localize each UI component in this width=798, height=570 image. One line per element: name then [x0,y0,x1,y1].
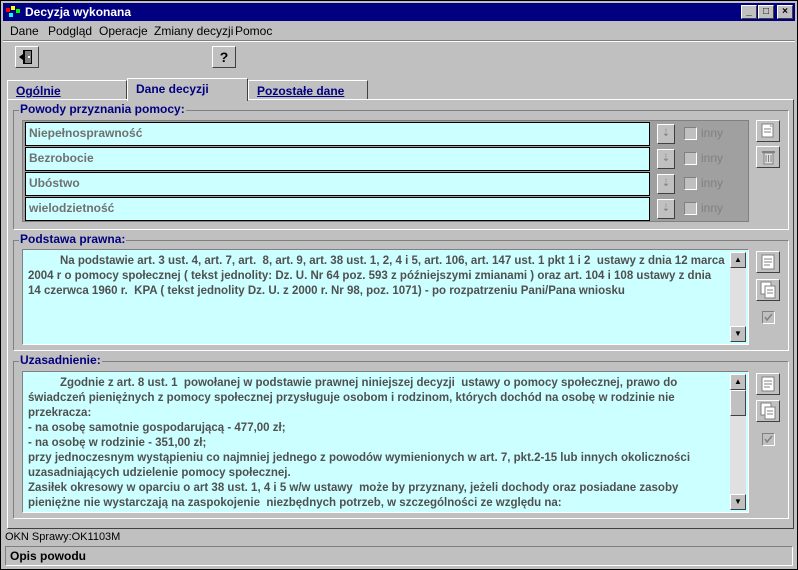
trash-icon [762,151,775,165]
reason-other-checkbox[interactable] [684,177,697,190]
menu-bar: Dane Podgląd Operacje Zmiany decyzji Pom… [3,22,795,40]
justification-template-button[interactable] [756,373,780,395]
maximize-button[interactable]: □ [758,5,774,19]
reason-other-label: inny [701,201,724,215]
tab-pozostale-dane[interactable]: Pozostałe dane [248,80,368,100]
legal-basis-textarea[interactable]: Na podstawie art. 3 ust. 4, art. 7, art.… [22,249,749,345]
status-bar: Opis powodu [5,546,793,566]
toolbar-separator [3,40,795,42]
scroll-up-button[interactable]: ▲ [730,252,746,268]
reason-other-label: inny [701,126,724,140]
arrow-down-icon: ⇣ [661,128,671,139]
add-document-icon [761,123,774,138]
reason-field[interactable]: wielodzietność [25,197,650,221]
arrow-down-icon: ⇣ [661,178,671,189]
justification-text: Zgodnie z art. 8 ust. 1 powołanej w pods… [28,377,691,509]
reason-dropdown-button[interactable]: ⇣ [657,199,675,219]
exit-button[interactable] [15,46,39,68]
close-button[interactable]: × [777,5,793,19]
status-message: Opis powodu [10,549,86,563]
window-title: Decyzja wykonana [25,5,132,19]
reason-field[interactable]: Bezrobocie [25,147,650,171]
help-icon: ? [219,49,229,65]
arrow-down-icon: ⇣ [661,153,671,164]
legal-basis-copy-button[interactable] [756,279,780,301]
document-copy-icon [760,281,776,299]
reasons-title: Powody przyznania pomocy: [19,102,186,116]
reasons-list: Niepełnosprawność ⇣ inny Bezrobocie ⇣ in… [22,120,749,222]
main-window: Decyzja wykonana _ □ × Dane Podgląd Oper… [0,0,798,570]
reason-dropdown-button[interactable]: ⇣ [657,124,675,144]
document-edit-icon [761,254,775,270]
document-edit-icon [761,376,775,392]
reason-other-checkbox[interactable] [684,127,697,140]
add-reason-button[interactable] [756,120,780,142]
reason-dropdown-button[interactable]: ⇣ [657,174,675,194]
reason-field[interactable]: Ubóstwo [25,172,650,196]
justification-title: Uzasadnienie: [19,353,102,367]
case-id-label: OKN Sprawy:OK1103M [5,531,121,543]
reason-other-label: inny [701,151,724,165]
menu-operacje[interactable]: Operacje [99,24,148,38]
title-bar[interactable]: Decyzja wykonana _ □ × [3,3,795,21]
checkmark-icon [764,313,773,322]
legal-basis-scrollbar[interactable]: ▲ ▼ [730,252,746,342]
menu-dane[interactable]: Dane [10,24,39,38]
document-copy-icon [760,402,776,420]
exit-door-icon [19,50,32,64]
legal-basis-checkbox[interactable] [762,311,775,324]
scroll-up-button[interactable]: ▲ [730,374,746,390]
justification-scrollbar[interactable]: ▲ ▼ [730,374,746,510]
scroll-down-button[interactable]: ▼ [730,494,746,510]
justification-copy-button[interactable] [756,400,780,422]
reason-field[interactable]: Niepełnosprawność [25,122,650,146]
arrow-down-icon: ⇣ [661,203,671,214]
help-button[interactable]: ? [212,46,236,68]
legal-basis-title: Podstawa prawna: [19,232,127,246]
menu-podglad[interactable]: Podgląd [48,24,92,38]
reason-other-checkbox[interactable] [684,202,697,215]
minimize-button[interactable]: _ [741,5,757,19]
scroll-thumb[interactable] [730,390,746,416]
menu-pomoc[interactable]: Pomoc [235,24,272,38]
reason-other-label: inny [701,176,724,190]
legal-basis-template-button[interactable] [756,251,780,273]
tab-ogolnie[interactable]: Ogólnie [7,80,127,100]
scroll-down-button[interactable]: ▼ [730,326,746,342]
checkmark-icon [764,435,773,444]
legal-basis-text: Na podstawie art. 3 ust. 4, art. 7, art.… [28,255,728,297]
reason-dropdown-button[interactable]: ⇣ [657,149,675,169]
reason-other-checkbox[interactable] [684,152,697,165]
tab-dane-decyzji[interactable]: Dane decyzji [127,78,248,101]
justification-textarea[interactable]: Zgodnie z art. 8 ust. 1 powołanej w pods… [22,371,749,513]
menu-zmiany-decyzji[interactable]: Zmiany decyzji [154,24,233,38]
app-icon [6,6,20,17]
delete-reason-button[interactable] [756,146,780,168]
justification-checkbox[interactable] [762,433,775,446]
